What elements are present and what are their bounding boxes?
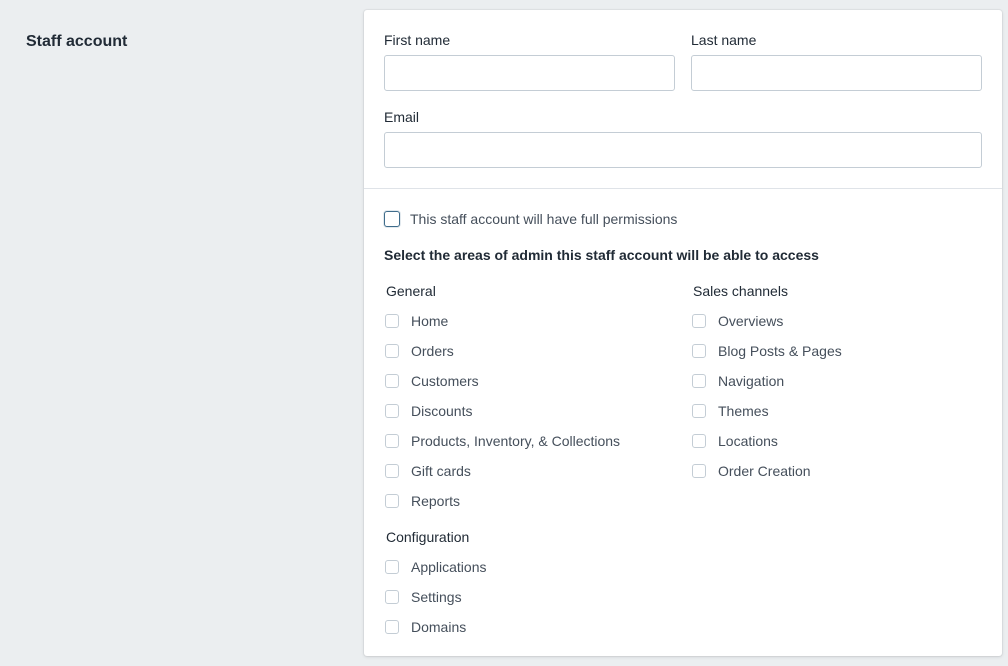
permission-products[interactable]: Products, Inventory, & Collections [385,431,620,451]
permission-checkbox[interactable] [692,344,706,358]
permission-label: Gift cards [411,463,471,479]
permission-label: Customers [411,373,479,389]
email-input[interactable] [384,132,982,168]
permission-orders[interactable]: Orders [385,341,454,361]
group-heading-sales-channels: Sales channels [693,283,788,299]
permission-order-creation[interactable]: Order Creation [692,461,811,481]
permission-checkbox[interactable] [385,464,399,478]
permission-gift-cards[interactable]: Gift cards [385,461,471,481]
permission-label: Order Creation [718,463,811,479]
permission-checkbox[interactable] [385,374,399,388]
permission-label: Products, Inventory, & Collections [411,433,621,449]
staff-account-card: First name Last name Email This staff ac… [364,10,1002,656]
section-divider [364,188,1002,189]
last-name-label: Last name [691,32,757,48]
permission-checkbox[interactable] [692,434,706,448]
permission-locations[interactable]: Locations [692,431,778,451]
permission-settings[interactable]: Settings [385,587,462,607]
group-heading-general: General [386,283,436,299]
permission-checkbox[interactable] [385,560,399,574]
permission-label: Home [411,313,449,329]
access-areas-heading: Select the areas of admin this staff acc… [384,247,819,263]
permission-label: Discounts [411,403,473,419]
full-permissions-option[interactable]: This staff account will have full permis… [384,209,677,229]
permission-themes[interactable]: Themes [692,401,769,421]
permission-label: Locations [718,433,778,449]
permission-checkbox[interactable] [692,374,706,388]
permission-label: Themes [718,403,769,419]
permission-label: Overviews [718,313,784,329]
permission-navigation[interactable]: Navigation [692,371,784,391]
permission-checkbox[interactable] [385,434,399,448]
permission-label: Blog Posts & Pages [718,343,842,359]
permission-reports[interactable]: Reports [385,491,460,511]
permission-checkbox[interactable] [385,344,399,358]
group-heading-configuration: Configuration [386,529,470,545]
first-name-input[interactable] [384,55,675,91]
permission-applications[interactable]: Applications [385,557,487,577]
permission-label: Navigation [718,373,785,389]
permission-discounts[interactable]: Discounts [385,401,472,421]
permission-checkbox[interactable] [385,494,399,508]
permission-label: Reports [411,493,461,509]
full-permissions-label: This staff account will have full permis… [410,211,678,227]
permission-domains[interactable]: Domains [385,617,466,637]
permission-checkbox[interactable] [385,590,399,604]
permission-checkbox[interactable] [692,404,706,418]
last-name-input[interactable] [691,55,982,91]
permission-label: Domains [411,619,467,635]
permission-label: Settings [411,589,462,605]
permission-label: Orders [411,343,454,359]
email-label: Email [384,109,420,125]
permission-overviews[interactable]: Overviews [692,311,783,331]
permission-blog-posts-pages[interactable]: Blog Posts & Pages [692,341,842,361]
permission-customers[interactable]: Customers [385,371,479,391]
permission-checkbox[interactable] [692,464,706,478]
permission-checkbox[interactable] [385,314,399,328]
first-name-label: First name [384,32,451,48]
section-title: Staff account [26,33,128,50]
permission-checkbox[interactable] [385,404,399,418]
permission-checkbox[interactable] [385,620,399,634]
permission-checkbox[interactable] [692,314,706,328]
permission-home[interactable]: Home [385,311,448,331]
permission-label: Applications [411,559,487,575]
full-permissions-checkbox[interactable] [384,211,400,227]
